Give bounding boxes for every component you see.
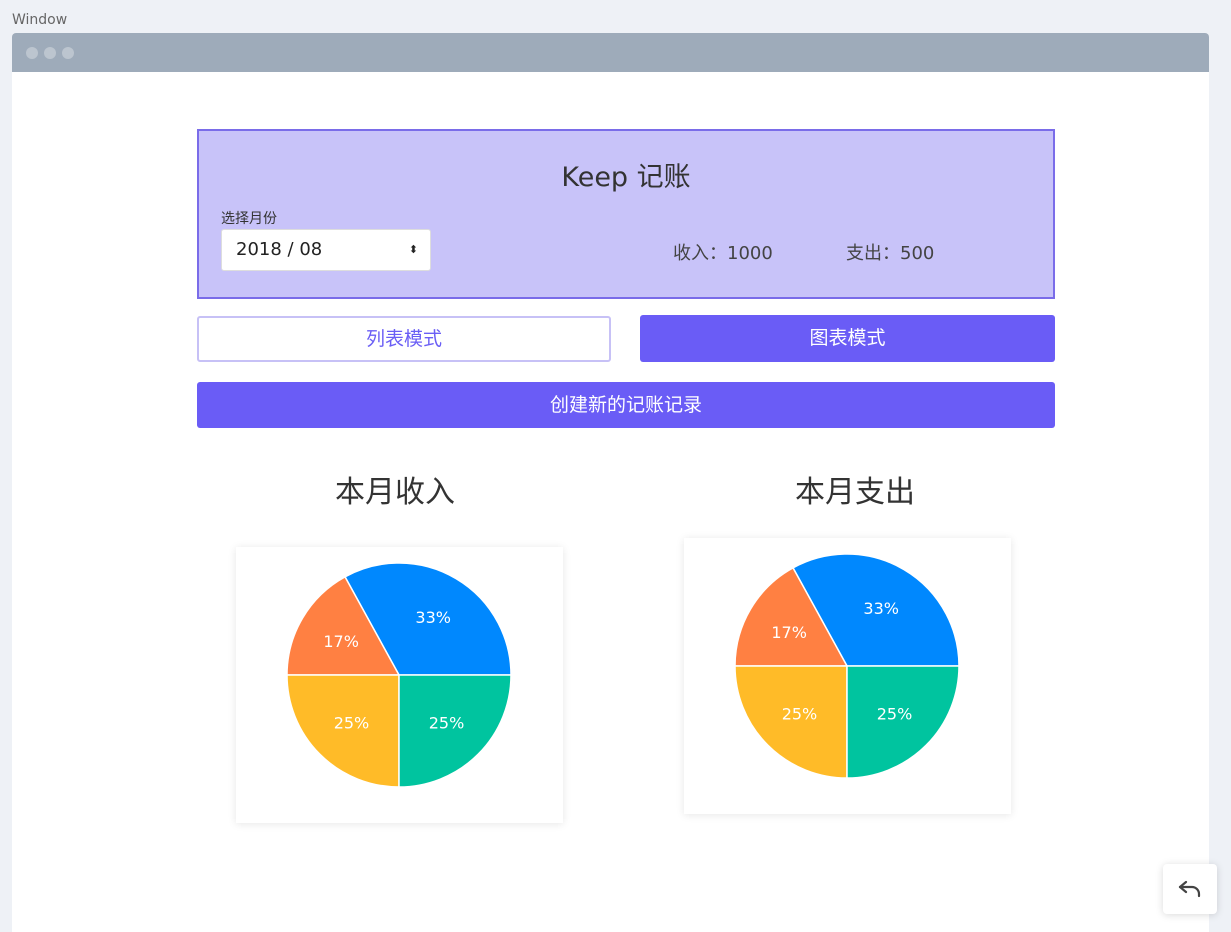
tab-list-mode[interactable]: 列表模式 — [197, 316, 611, 362]
pie-slice-label: 17% — [323, 632, 359, 651]
pie-slice-label: 33% — [415, 608, 451, 627]
pie-slice-label: 25% — [334, 714, 370, 733]
pie-slice-label: 17% — [771, 623, 807, 642]
app-title: Keep 记账 — [561, 162, 691, 193]
expense-chart-card: 33% 17% 25% 25% — [684, 538, 1011, 814]
undo-button[interactable] — [1163, 864, 1217, 914]
pie-slice-label: 25% — [782, 705, 818, 724]
outer-window-label: Window — [12, 12, 68, 28]
window-dot-icon[interactable] — [44, 47, 56, 59]
income-total: 收入：1000 — [673, 243, 773, 264]
month-select[interactable]: 2018 / 08 ⬍ — [221, 229, 431, 271]
month-label: 选择月份 — [221, 211, 277, 227]
undo-icon — [1178, 880, 1201, 898]
pie-slice-label: 25% — [429, 714, 465, 733]
app-window: Keep 记账 选择月份 2018 / 08 ⬍ 收入：1000 支出：500 … — [12, 33, 1209, 932]
expense-chart-title: 本月支出 — [795, 475, 915, 510]
tab-chart-mode[interactable]: 图表模式 — [640, 315, 1055, 362]
create-record-button[interactable]: 创建新的记账记录 — [197, 382, 1055, 428]
income-pie-chart: 33% 17% 25% 25% — [286, 562, 512, 788]
updown-arrow-icon: ⬍ — [408, 243, 418, 256]
expense-total: 支出：500 — [846, 243, 935, 264]
pie-slice-label: 25% — [877, 705, 913, 724]
income-chart-card: 33% 17% 25% 25% — [236, 547, 563, 823]
income-chart-title: 本月收入 — [335, 475, 455, 510]
expense-pie-chart: 33% 17% 25% 25% — [734, 553, 960, 779]
window-titlebar — [12, 33, 1209, 72]
window-dot-icon[interactable] — [26, 47, 38, 59]
header-panel: Keep 记账 选择月份 2018 / 08 ⬍ 收入：1000 支出：500 — [197, 129, 1055, 299]
window-dot-icon[interactable] — [62, 47, 74, 59]
pie-slice-label: 33% — [863, 599, 899, 618]
month-select-value: 2018 / 08 — [236, 239, 323, 260]
